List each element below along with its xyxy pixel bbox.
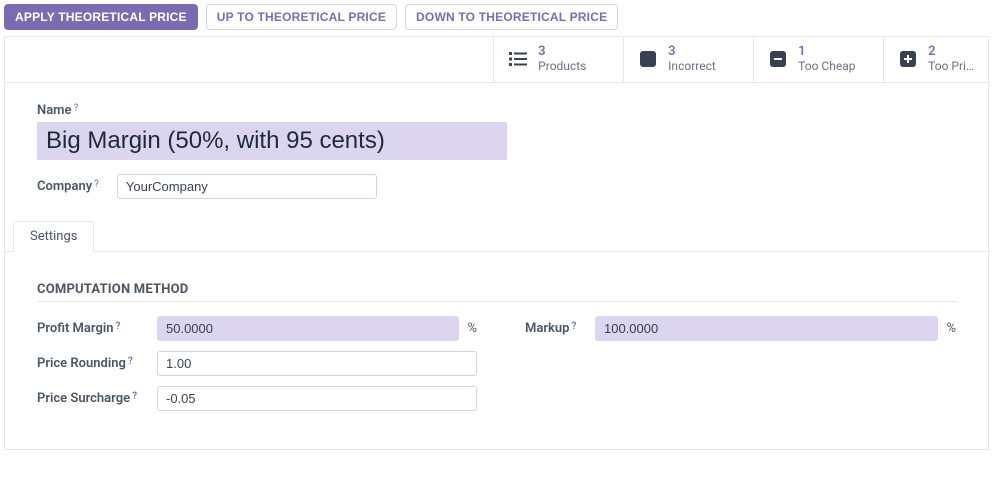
price-surcharge-help-icon[interactable]: ? — [132, 391, 137, 402]
markup-unit: % — [946, 321, 956, 336]
section-computation-title: COMPUTATION METHOD — [37, 282, 956, 297]
markup-label: Markup — [525, 321, 569, 336]
price-rounding-label: Price Rounding — [37, 356, 126, 371]
stat-products[interactable]: 3 Products — [493, 37, 623, 82]
company-input[interactable] — [117, 174, 377, 199]
name-help-icon[interactable]: ? — [73, 103, 78, 114]
minus-square-icon — [768, 49, 788, 69]
company-help-icon[interactable]: ? — [94, 179, 99, 190]
stat-products-label: Products — [538, 60, 586, 74]
stat-incorrect-count: 3 — [668, 45, 716, 60]
stat-incorrect-label: Incorrect — [668, 60, 716, 74]
markup-input[interactable] — [595, 316, 938, 341]
form-sheet: 3 Products 3 Incorrect 1 Too Cheap — [4, 36, 989, 450]
name-label: Name — [37, 103, 71, 118]
plus-square-icon — [898, 49, 918, 69]
stat-too-cheap[interactable]: 1 Too Cheap — [753, 37, 883, 82]
tab-settings[interactable]: Settings — [13, 221, 94, 252]
stat-too-pricy-label: Too Pri… — [928, 60, 974, 74]
price-rounding-input[interactable] — [157, 351, 477, 376]
profit-margin-input[interactable] — [157, 316, 459, 341]
stat-products-count: 3 — [538, 45, 586, 60]
profit-margin-label: Profit Margin — [37, 321, 114, 336]
square-icon — [638, 49, 658, 69]
price-rounding-help-icon[interactable]: ? — [128, 356, 133, 367]
stat-too-pricy[interactable]: 2 Too Pri… — [883, 37, 988, 82]
price-surcharge-input[interactable] — [157, 386, 477, 411]
profit-margin-help-icon[interactable]: ? — [116, 321, 121, 332]
up-to-theoretical-price-button[interactable]: UP TO THEORETICAL PRICE — [206, 4, 397, 30]
down-to-theoretical-price-button[interactable]: DOWN TO THEORETICAL PRICE — [405, 4, 618, 30]
markup-help-icon[interactable]: ? — [571, 321, 576, 332]
apply-theoretical-price-button[interactable]: APPLY THEORETICAL PRICE — [4, 4, 198, 30]
stat-too-pricy-count: 2 — [928, 45, 974, 60]
price-surcharge-label: Price Surcharge — [37, 391, 130, 406]
company-label: Company — [37, 179, 92, 194]
stat-bar: 3 Products 3 Incorrect 1 Too Cheap — [5, 37, 988, 83]
stat-too-cheap-count: 1 — [798, 45, 855, 60]
section-divider — [37, 301, 956, 302]
name-input[interactable] — [37, 122, 507, 160]
list-icon — [508, 49, 528, 69]
stat-too-cheap-label: Too Cheap — [798, 60, 855, 74]
profit-margin-unit: % — [467, 321, 477, 336]
stat-incorrect[interactable]: 3 Incorrect — [623, 37, 753, 82]
